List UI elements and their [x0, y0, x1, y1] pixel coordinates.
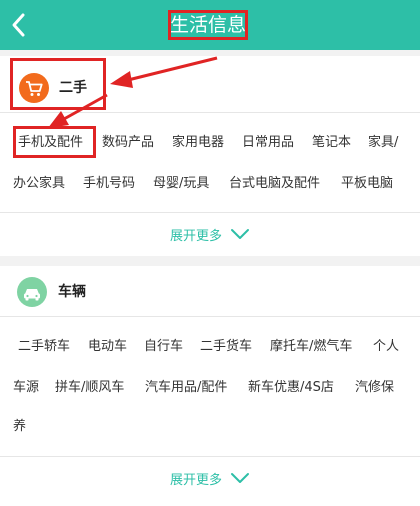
list-item[interactable]: 台式电脑及配件	[229, 175, 320, 193]
expand-more-button[interactable]: 展开更多	[0, 468, 420, 488]
list-item[interactable]: 汽修保	[355, 379, 394, 397]
list-item[interactable]: 新车优惠/4S店	[248, 379, 334, 397]
list-item[interactable]: 家具/	[368, 134, 398, 152]
page-title: 生活信息	[170, 14, 247, 36]
list-item[interactable]: 平板电脑	[341, 175, 393, 193]
car-icon	[17, 277, 47, 307]
item-highlight	[13, 126, 96, 158]
back-button[interactable]	[6, 10, 34, 40]
shopping-cart-icon	[19, 73, 49, 103]
expand-more-button[interactable]: 展开更多	[0, 224, 420, 244]
list-item[interactable]: 拼车/顺风车	[55, 379, 124, 397]
chevron-down-icon	[231, 473, 249, 483]
section-title: 车辆	[58, 284, 86, 300]
list-item[interactable]: 母婴/玩具	[153, 175, 209, 193]
list-item[interactable]: 个人	[373, 338, 399, 356]
list-item[interactable]: 家用电器	[172, 134, 224, 152]
list-item[interactable]: 车源	[13, 379, 39, 397]
chevron-down-icon	[231, 229, 249, 239]
list-item[interactable]: 摩托车/燃气车	[270, 338, 352, 356]
list-item[interactable]: 自行车	[144, 338, 183, 356]
chevron-left-icon	[12, 13, 25, 37]
divider	[0, 212, 420, 213]
list-item[interactable]: 日常用品	[242, 134, 294, 152]
list-item[interactable]: 数码产品	[102, 134, 154, 152]
expand-more-label: 展开更多	[169, 472, 222, 488]
section-title: 二手	[59, 80, 87, 96]
expand-more-label: 展开更多	[169, 228, 222, 244]
list-item[interactable]: 汽车用品/配件	[145, 379, 227, 397]
divider	[0, 456, 420, 457]
page-title-highlight: 生活信息	[168, 10, 248, 40]
divider	[0, 316, 420, 317]
list-item[interactable]: 办公家具	[13, 175, 65, 193]
list-item[interactable]: 笔记本	[312, 134, 351, 152]
list-item[interactable]: 电动车	[88, 338, 127, 356]
list-item[interactable]: 二手轿车	[18, 338, 70, 356]
divider	[0, 112, 420, 113]
list-item[interactable]: 养	[13, 418, 26, 436]
top-bar: 生活信息	[0, 0, 420, 50]
list-item[interactable]: 二手货车	[200, 338, 252, 356]
list-item[interactable]: 手机号码	[83, 175, 135, 193]
